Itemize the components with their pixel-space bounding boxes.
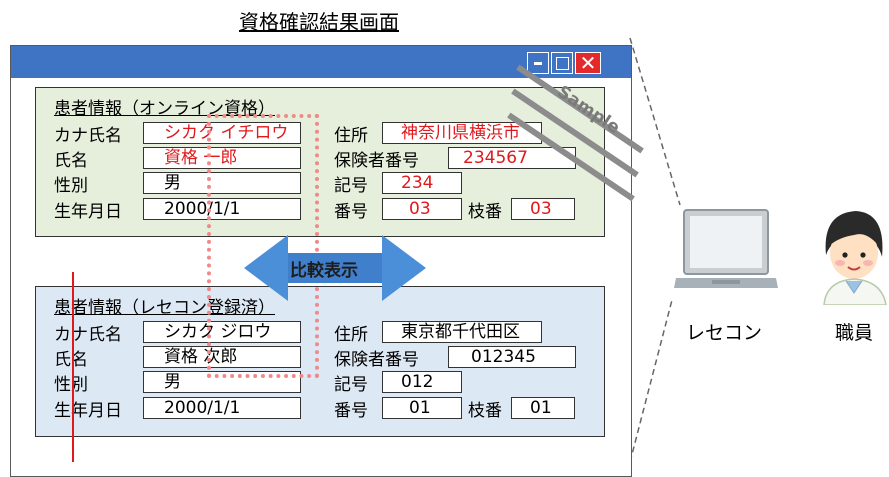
window-titlebar: ✕ — [11, 46, 631, 78]
gender-label: 性別 — [54, 375, 88, 395]
dob-label: 生年月日 — [54, 202, 122, 222]
laptop-icon — [674, 209, 778, 288]
number-value: 01 — [382, 397, 462, 419]
branch-value: 03 — [511, 198, 575, 220]
number-value: 03 — [382, 198, 462, 220]
branch-label: 枝番 — [468, 401, 502, 421]
name-label: 氏名 — [54, 350, 88, 370]
compare-button-label[interactable]: 比較表示 — [290, 256, 358, 281]
insurer-value: 012345 — [448, 346, 576, 368]
address-value: 東京都千代田区 — [382, 321, 542, 343]
staff-icon — [823, 211, 887, 305]
gender-label: 性別 — [54, 176, 88, 196]
branch-value: 01 — [511, 397, 575, 419]
kana-label: カナ氏名 — [54, 126, 122, 146]
dob-value: 2000/1/1 — [143, 397, 301, 419]
maximize-icon[interactable] — [551, 52, 573, 74]
number-label: 番号 — [334, 401, 368, 421]
symbol-label: 記号 — [334, 176, 368, 196]
text-cursor — [72, 272, 74, 462]
branch-label: 枝番 — [468, 202, 502, 222]
kana-label: カナ氏名 — [54, 325, 122, 345]
symbol-value: 234 — [382, 172, 462, 194]
symbol-value: 012 — [382, 371, 462, 393]
laptop-label: レセコン — [686, 322, 763, 344]
online-patient-panel: 患者情報（オンライン資格） カナ氏名 シカク イチロウ 氏名 資格 一郎 性別 … — [35, 87, 605, 237]
name-label: 氏名 — [54, 151, 88, 171]
address-label: 住所 — [334, 325, 368, 345]
rececon-patient-panel: 患者情報（レセコン登録済） カナ氏名 シカク ジロウ 氏名 資格 次郎 性別 男… — [35, 286, 605, 437]
insurer-label: 保険者番号 — [334, 151, 419, 171]
symbol-label: 記号 — [334, 375, 368, 395]
insurer-label: 保険者番号 — [334, 350, 419, 370]
number-label: 番号 — [334, 202, 368, 222]
address-label: 住所 — [334, 126, 368, 146]
close-icon[interactable]: ✕ — [575, 52, 601, 74]
minimize-icon[interactable] — [527, 52, 549, 74]
staff-label: 職員 — [835, 322, 874, 344]
dob-label: 生年月日 — [54, 401, 122, 421]
